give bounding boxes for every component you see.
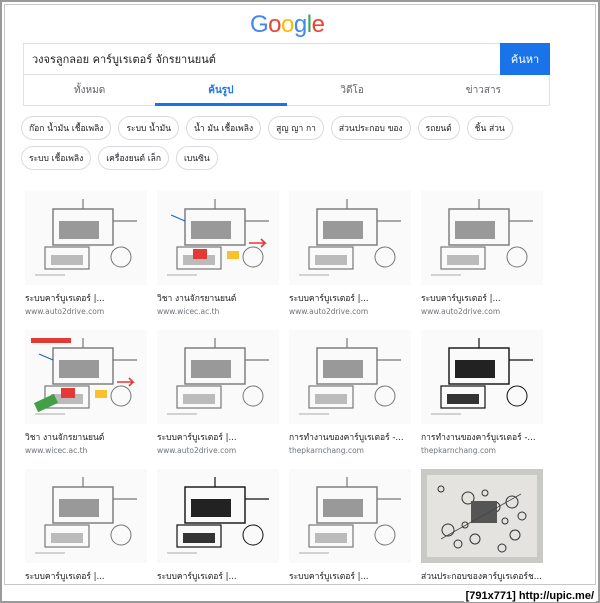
chip-fuel-oil[interactable]: น้ำ มัน เชื้อเพลิง <box>186 116 262 140</box>
image-results-grid: ระบบคาร์บูเรเตอร์ |... www.auto2drive.com… <box>25 191 555 584</box>
result-thumbnail[interactable] <box>25 330 147 424</box>
image-result[interactable]: ระบบคาร์บูเรเตอร์ |... <box>25 469 147 584</box>
chip-oil-system[interactable]: ระบบ น้ำมัน <box>118 116 180 140</box>
related-search-chips: ก๊อก น้ำมัน เชื้อเพลิง ระบบ น้ำมัน น้ำ ม… <box>21 116 546 170</box>
result-title[interactable]: ระบบคาร์บูเรเตอร์ |... <box>25 569 147 583</box>
google-logo[interactable]: Google <box>250 11 325 39</box>
result-source: www.wicec.ac.th <box>157 307 220 316</box>
carburetor-diagram-icon <box>431 338 533 415</box>
result-thumbnail[interactable] <box>157 469 279 563</box>
result-thumbnail[interactable] <box>157 330 279 424</box>
image-result[interactable]: ระบบคาร์บูเรเตอร์ |... <box>289 469 411 584</box>
result-source: www.auto2drive.com <box>157 446 237 455</box>
result-title[interactable]: การทำงานของคาร์บูเรเตอร์ -... <box>421 430 543 444</box>
image-result[interactable]: ระบบคาร์บูเรเตอร์ |... www.auto2drive.com <box>289 191 411 316</box>
result-thumbnail[interactable] <box>421 191 543 285</box>
tab-news[interactable]: ข่าวสาร <box>418 75 549 105</box>
search-button[interactable]: ค้นหา <box>500 43 550 75</box>
image-result[interactable]: วิชา งานจักรยานยนต์ www.wicec.ac.th <box>157 191 279 316</box>
logo-letter: G <box>250 11 269 38</box>
tab-videos[interactable]: วิดีโอ <box>287 75 418 105</box>
result-title[interactable]: ส่วนประกอบของคาร์บูเรเตอร์ช... <box>421 569 543 583</box>
chip-fuel-system[interactable]: ระบบ เชื้อเพลิง <box>21 146 92 170</box>
carburetor-diagram-icon <box>167 477 269 554</box>
carburetor-diagram-icon <box>431 199 533 276</box>
logo-letter: g <box>293 11 307 38</box>
carburetor-diagram-icon <box>167 199 269 276</box>
result-title[interactable]: ระบบคาร์บูเรเตอร์ |... <box>289 291 411 305</box>
result-title[interactable]: ระบบคาร์บูเรเตอร์ |... <box>289 569 411 583</box>
result-thumbnail[interactable] <box>289 330 411 424</box>
result-title[interactable]: วิชา งานจักรยานยนต์ <box>25 430 147 444</box>
chip-components[interactable]: ส่วนประกอบ ของ <box>330 116 411 140</box>
result-thumbnail[interactable] <box>289 191 411 285</box>
image-result[interactable]: ระบบคาร์บูเรเตอร์ |... <box>157 469 279 584</box>
chip-car[interactable]: รถยนต์ <box>417 116 460 140</box>
carburetor-diagram-icon <box>421 469 543 563</box>
search-tabs: ทั้งหมด ค้นรูป วิดีโอ ข่าวสาร <box>23 75 550 106</box>
result-source: www.auto2drive.com <box>421 307 501 316</box>
carburetor-diagram-icon <box>35 477 137 554</box>
result-title[interactable]: ระบบคาร์บูเรเตอร์ |... <box>157 430 279 444</box>
result-source: www.auto2drive.com <box>25 307 105 316</box>
carburetor-diagram-icon <box>35 199 137 276</box>
chip-gasoline[interactable]: เบนซิน <box>175 146 218 170</box>
logo-letter: o <box>268 11 282 38</box>
chip-small-engine[interactable]: เครื่องยนต์ เล็ก <box>98 146 169 170</box>
carburetor-diagram-icon <box>31 338 137 415</box>
page-viewport: Google ค้นหา ทั้งหมด ค้นรูป วิดีโอ ข่าวส… <box>4 4 596 585</box>
result-source: www.wicec.ac.th <box>25 446 88 455</box>
result-thumbnail[interactable] <box>289 469 411 563</box>
result-title[interactable]: ระบบคาร์บูเรเตอร์ |... <box>157 569 279 583</box>
tab-all[interactable]: ทั้งหมด <box>24 75 155 105</box>
result-source: thepkarnchang.com <box>289 446 364 455</box>
carburetor-diagram-icon <box>299 338 401 415</box>
chip-vacuum[interactable]: สูญ ญา กา <box>268 116 324 140</box>
result-thumbnail[interactable] <box>25 469 147 563</box>
upic-watermark: [791x771] http://upic.me/ <box>463 590 596 602</box>
carburetor-diagram-icon <box>167 338 269 415</box>
image-result[interactable]: ระบบคาร์บูเรเตอร์ |... www.auto2drive.com <box>25 191 147 316</box>
search-bar: ค้นหา <box>23 43 550 75</box>
image-result[interactable]: ระบบคาร์บูเรเตอร์ |... www.auto2drive.com <box>421 191 543 316</box>
image-result[interactable]: ระบบคาร์บูเรเตอร์ |... www.auto2drive.com <box>157 330 279 455</box>
image-result[interactable]: การทำงานของคาร์บูเรเตอร์ -... thepkarncha… <box>289 330 411 455</box>
result-title[interactable]: การทำงานของคาร์บูเรเตอร์ -... <box>289 430 411 444</box>
result-title[interactable]: วิชา งานจักรยานยนต์ <box>157 291 279 305</box>
result-thumbnail[interactable] <box>25 191 147 285</box>
tab-images[interactable]: ค้นรูป <box>155 75 287 106</box>
image-result[interactable]: วิชา งานจักรยานยนต์ www.wicec.ac.th <box>25 330 147 455</box>
result-source: thepkarnchang.com <box>421 446 496 455</box>
logo-letter: e <box>311 11 325 38</box>
image-result[interactable]: ส่วนประกอบของคาร์บูเรเตอร์ช... <box>421 469 543 584</box>
carburetor-diagram-icon <box>299 477 401 554</box>
result-title[interactable]: ระบบคาร์บูเรเตอร์ |... <box>421 291 543 305</box>
result-source: www.auto2drive.com <box>289 307 369 316</box>
chip-fuel-tap[interactable]: ก๊อก น้ำมัน เชื้อเพลิง <box>21 116 112 140</box>
result-thumbnail[interactable] <box>421 469 543 563</box>
result-thumbnail[interactable] <box>421 330 543 424</box>
carburetor-diagram-icon <box>299 199 401 276</box>
result-title[interactable]: ระบบคาร์บูเรเตอร์ |... <box>25 291 147 305</box>
chip-parts[interactable]: ชิ้น ส่วน <box>466 116 513 140</box>
search-input[interactable] <box>24 44 501 74</box>
logo-letter: o <box>281 11 294 38</box>
result-thumbnail[interactable] <box>157 191 279 285</box>
image-result[interactable]: การทำงานของคาร์บูเรเตอร์ -... thepkarncha… <box>421 330 543 455</box>
